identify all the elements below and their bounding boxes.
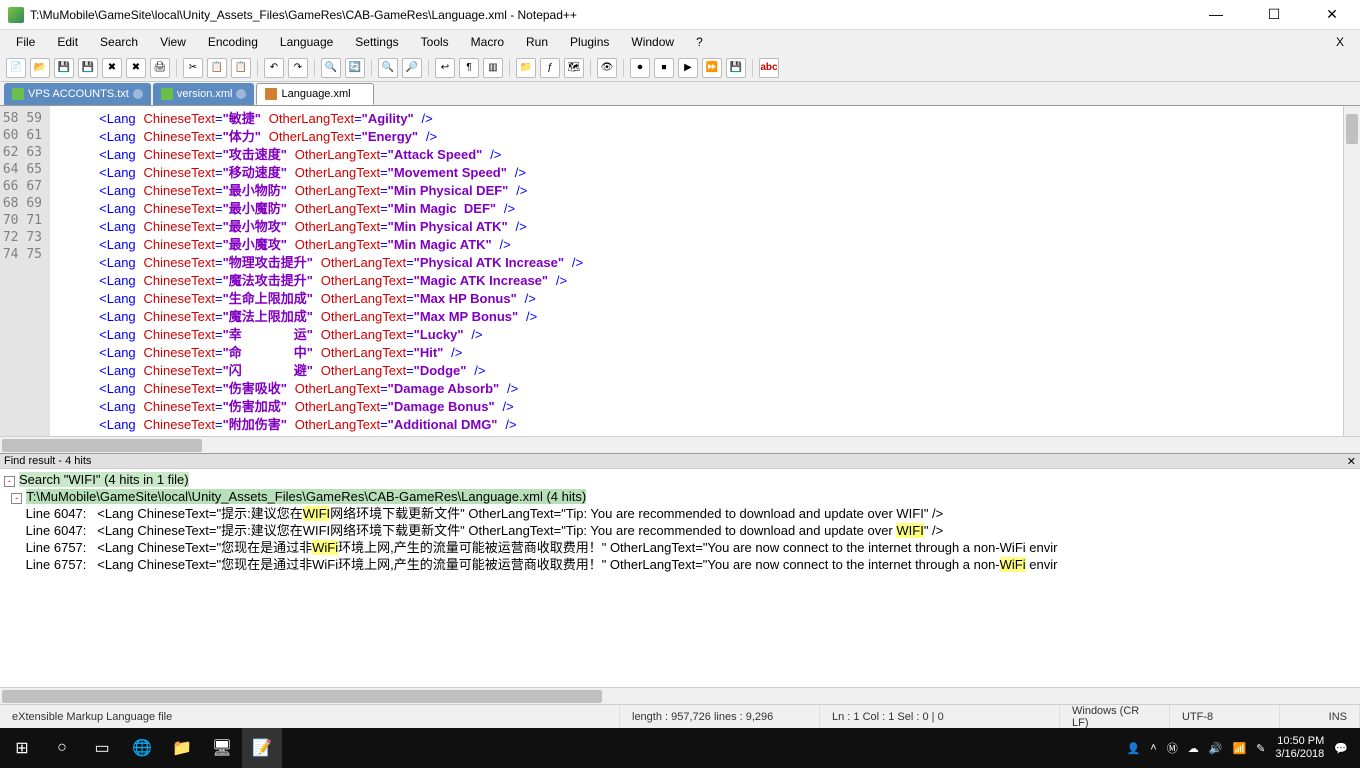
folder-view-icon[interactable]: 📁 bbox=[516, 58, 536, 78]
indent-guide-icon[interactable]: ▥ bbox=[483, 58, 503, 78]
find-icon[interactable]: 🔍 bbox=[321, 58, 341, 78]
tray-volume-icon[interactable]: 🔊 bbox=[1209, 742, 1223, 755]
print-icon[interactable]: 🖨 bbox=[150, 58, 170, 78]
tab-close-icon[interactable] bbox=[355, 89, 365, 99]
menu-run[interactable]: Run bbox=[516, 33, 558, 51]
menu-file[interactable]: File bbox=[6, 33, 45, 51]
paste-icon[interactable]: 📋 bbox=[231, 58, 251, 78]
find-result-header: Find result - 4 hits ✕ bbox=[0, 453, 1360, 469]
cortana-icon[interactable]: ○ bbox=[42, 728, 82, 768]
tray-m-icon[interactable]: Ⓜ bbox=[1167, 740, 1178, 756]
tray-onedrive-icon[interactable]: ☁ bbox=[1188, 742, 1199, 755]
cut-icon[interactable]: ✂ bbox=[183, 58, 203, 78]
find-result-panel[interactable]: -Search "WIFI" (4 hits in 1 file) -T:\Mu… bbox=[0, 469, 1360, 687]
toolbar: 📄 📂 💾 💾 ✖ ✖ 🖨 ✂ 📋 📋 ↶ ↷ 🔍 🔄 🔍 🔎 ↩ ¶ ▥ 📁 … bbox=[0, 54, 1360, 82]
status-file-type: eXtensible Markup Language file bbox=[0, 705, 620, 728]
word-wrap-icon[interactable]: ↩ bbox=[435, 58, 455, 78]
explorer-icon[interactable]: 📁 bbox=[162, 728, 202, 768]
tab-close-icon[interactable] bbox=[236, 89, 246, 99]
tab-version-xml[interactable]: version.xml bbox=[153, 83, 255, 105]
save-all-icon[interactable]: 💾 bbox=[78, 58, 98, 78]
system-tray: 👤 ˄ Ⓜ ☁ 🔊 📶 ✎ 10:50 PM3/16/2018 💬 bbox=[1117, 735, 1358, 761]
tray-people-icon[interactable]: 👤 bbox=[1127, 742, 1141, 755]
line-gutter: 58 59 60 61 62 63 64 65 66 67 68 69 70 7… bbox=[0, 106, 50, 436]
menu-settings[interactable]: Settings bbox=[345, 33, 408, 51]
find-close-icon[interactable]: ✕ bbox=[1347, 455, 1356, 468]
file-icon bbox=[12, 88, 24, 100]
new-icon[interactable]: 📄 bbox=[6, 58, 26, 78]
close-doc-icon[interactable]: ✖ bbox=[102, 58, 122, 78]
titlebar: T:\MuMobile\GameSite\local\Unity_Assets_… bbox=[0, 0, 1360, 30]
taskbar: ⊞ ○ ▭ 🌐 📁 🖥 📝 👤 ˄ Ⓜ ☁ 🔊 📶 ✎ 10:50 PM3/16… bbox=[0, 728, 1360, 768]
menubar-close-icon[interactable]: X bbox=[1326, 33, 1354, 51]
minimize-button[interactable]: — bbox=[1196, 6, 1236, 23]
tray-notifications-icon[interactable]: 💬 bbox=[1334, 742, 1348, 755]
close-all-icon[interactable]: ✖ bbox=[126, 58, 146, 78]
notepadpp-icon[interactable]: 📝 bbox=[242, 728, 282, 768]
play-icon[interactable]: ▶ bbox=[678, 58, 698, 78]
record-icon[interactable]: ⏺ bbox=[630, 58, 650, 78]
stop-icon[interactable]: ⏹ bbox=[654, 58, 674, 78]
function-list-icon[interactable]: ƒ bbox=[540, 58, 560, 78]
zoom-in-icon[interactable]: 🔍 bbox=[378, 58, 398, 78]
app-icon bbox=[8, 7, 24, 23]
find-horizontal-scrollbar[interactable] bbox=[0, 687, 1360, 704]
tabbar: VPS ACCOUNTS.txt version.xml Language.xm… bbox=[0, 82, 1360, 106]
vertical-scrollbar[interactable] bbox=[1343, 106, 1360, 436]
code-area[interactable]: <Lang ChineseText="敏捷" OtherLangText="Ag… bbox=[50, 106, 1343, 436]
start-button[interactable]: ⊞ bbox=[2, 728, 42, 768]
zoom-out-icon[interactable]: 🔎 bbox=[402, 58, 422, 78]
window-title: T:\MuMobile\GameSite\local\Unity_Assets_… bbox=[30, 8, 1196, 22]
menu-edit[interactable]: Edit bbox=[47, 33, 88, 51]
menubar: File Edit Search View Encoding Language … bbox=[0, 30, 1360, 54]
menu-plugins[interactable]: Plugins bbox=[560, 33, 619, 51]
editor[interactable]: 58 59 60 61 62 63 64 65 66 67 68 69 70 7… bbox=[0, 106, 1360, 436]
file-icon bbox=[265, 88, 277, 100]
menu-language[interactable]: Language bbox=[270, 33, 343, 51]
tab-vps-accounts[interactable]: VPS ACCOUNTS.txt bbox=[4, 83, 151, 105]
menu-search[interactable]: Search bbox=[90, 33, 148, 51]
replace-icon[interactable]: 🔄 bbox=[345, 58, 365, 78]
tab-close-icon[interactable] bbox=[133, 89, 143, 99]
save-macro-icon[interactable]: 💾 bbox=[726, 58, 746, 78]
file-icon bbox=[161, 88, 173, 100]
horizontal-scrollbar[interactable] bbox=[0, 436, 1360, 453]
chrome-icon[interactable]: 🌐 bbox=[122, 728, 162, 768]
status-position: Ln : 1 Col : 1 Sel : 0 | 0 bbox=[820, 705, 1060, 728]
save-icon[interactable]: 💾 bbox=[54, 58, 74, 78]
tab-language-xml[interactable]: Language.xml bbox=[256, 83, 373, 105]
tray-up-icon[interactable]: ˄ bbox=[1150, 742, 1156, 754]
copy-icon[interactable]: 📋 bbox=[207, 58, 227, 78]
status-eol: Windows (CR LF) bbox=[1060, 705, 1170, 728]
task-view-icon[interactable]: ▭ bbox=[82, 728, 122, 768]
close-button[interactable]: ✕ bbox=[1312, 6, 1352, 23]
menu-encoding[interactable]: Encoding bbox=[198, 33, 268, 51]
maximize-button[interactable]: ☐ bbox=[1254, 6, 1294, 23]
doc-map-icon[interactable]: 🗺 bbox=[564, 58, 584, 78]
tray-clock[interactable]: 10:50 PM3/16/2018 bbox=[1275, 735, 1324, 761]
tray-network-icon[interactable]: 📶 bbox=[1232, 742, 1246, 755]
redo-icon[interactable]: ↷ bbox=[288, 58, 308, 78]
menu-view[interactable]: View bbox=[150, 33, 196, 51]
menu-macro[interactable]: Macro bbox=[461, 33, 514, 51]
menu-window[interactable]: Window bbox=[621, 33, 684, 51]
app-icon[interactable]: 🖥 bbox=[202, 728, 242, 768]
menu-tools[interactable]: Tools bbox=[411, 33, 459, 51]
status-ins: INS bbox=[1280, 705, 1360, 728]
tray-pen-icon[interactable]: ✎ bbox=[1256, 742, 1265, 755]
statusbar: eXtensible Markup Language file length :… bbox=[0, 704, 1360, 728]
show-all-chars-icon[interactable]: ¶ bbox=[459, 58, 479, 78]
status-length: length : 957,726 lines : 9,296 bbox=[620, 705, 820, 728]
play-multi-icon[interactable]: ⏩ bbox=[702, 58, 722, 78]
spell-check-icon[interactable]: abc bbox=[759, 58, 779, 78]
undo-icon[interactable]: ↶ bbox=[264, 58, 284, 78]
menu-help[interactable]: ? bbox=[686, 33, 713, 51]
status-encoding: UTF-8 bbox=[1170, 705, 1280, 728]
open-icon[interactable]: 📂 bbox=[30, 58, 50, 78]
monitor-icon[interactable]: 👁 bbox=[597, 58, 617, 78]
